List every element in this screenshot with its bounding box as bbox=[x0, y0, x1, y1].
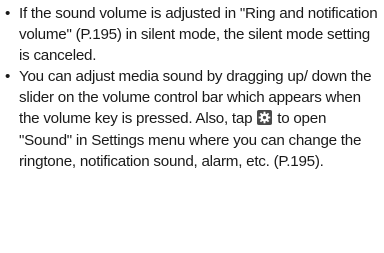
bullet-media-sound-note: • You can adjust media sound by dragging… bbox=[4, 66, 382, 171]
settings-gear-icon-graphic bbox=[257, 110, 273, 126]
bullet-mark: • bbox=[5, 68, 11, 86]
manual-note: • If the sound volume is adjusted in "Ri… bbox=[4, 3, 382, 172]
bullet-silent-mode-note: • If the sound volume is adjusted in "Ri… bbox=[4, 3, 382, 66]
bullet-list: • If the sound volume is adjusted in "Ri… bbox=[4, 3, 382, 172]
bullet-text: If the sound volume is adjusted in "Ring… bbox=[19, 5, 378, 65]
settings-gear-icon bbox=[257, 110, 273, 126]
bullet-mark: • bbox=[5, 5, 11, 22]
